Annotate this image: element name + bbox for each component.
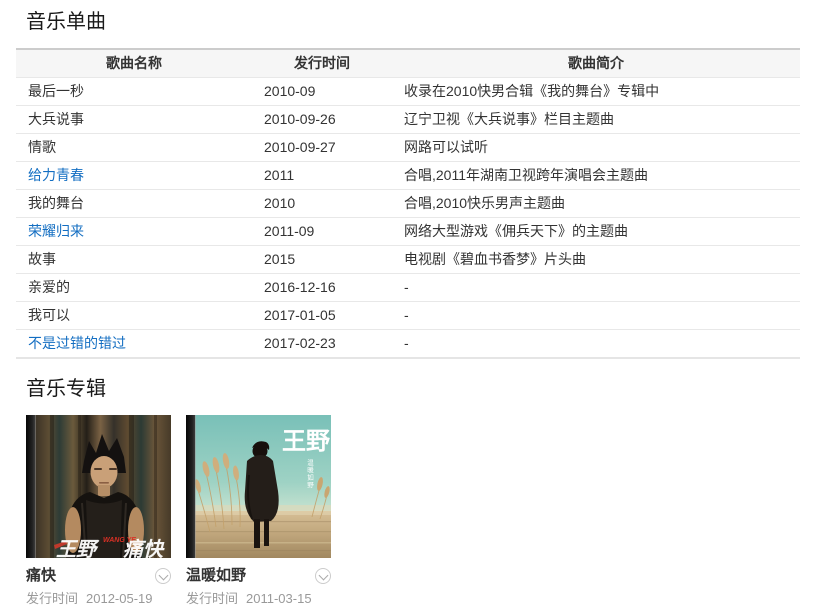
album-card: 王野 WANG YE 痛快 痛快 发行时间2012-05-19 [26,415,171,606]
release-date-cell: 2017-01-05 [252,302,392,330]
song-link[interactable]: 荣耀归来 [28,223,84,239]
song-name-cell: 荣耀归来 [16,218,252,246]
album-title-row: 痛快 [26,567,171,584]
albums-row: 王野 WANG YE 痛快 痛快 发行时间2012-05-19 [26,415,800,606]
album-cover-tongkuai[interactable]: 王野 WANG YE 痛快 [26,415,171,558]
release-date-cell: 2010 [252,190,392,218]
table-row: 最后一秒2010-09收录在2010快男合辑《我的舞台》专辑中 [16,78,800,106]
album-cover-art-wennuanruye: 王野 温暖如野 [186,415,331,558]
release-date-cell: 2010-09 [252,78,392,106]
cover-text-artist: 王野 [282,428,330,455]
song-link[interactable]: 给力青春 [28,167,84,183]
albums-section: 音乐专辑 [26,377,800,606]
release-date-cell: 2011 [252,162,392,190]
song-name-cell: 不是过错的错过 [16,330,252,359]
table-row: 我的舞台2010合唱,2010快乐男声主题曲 [16,190,800,218]
release-date-cell: 2010-09-26 [252,106,392,134]
table-row: 给力青春 2011合唱,2011年湖南卫视跨年演唱会主题曲 [16,162,800,190]
song-name-cell: 大兵说事 [16,106,252,134]
singles-table-body: 最后一秒2010-09收录在2010快男合辑《我的舞台》专辑中大兵说事2010-… [16,78,800,359]
release-date-cell: 2015 [252,246,392,274]
song-name-cell: 情歌 [16,134,252,162]
table-row: 故事2015电视剧《碧血书香梦》片头曲 [16,246,800,274]
song-desc-cell: 辽宁卫视《大兵说事》栏目主题曲 [392,106,800,134]
song-desc-cell: 网络大型游戏《佣兵天下》的主题曲 [392,218,800,246]
song-name-cell: 故事 [16,246,252,274]
albums-section-title: 音乐专辑 [26,377,800,401]
col-header-song-name: 歌曲名称 [16,49,252,78]
song-name-cell: 最后一秒 [16,78,252,106]
song-desc-cell: 电视剧《碧血书香梦》片头曲 [392,246,800,274]
song-name-cell: 亲爱的 [16,274,252,302]
album-title-link[interactable]: 温暖如野 [186,567,246,584]
album-card: 王野 温暖如野 温暖如野 发行时间2011-03-15 [186,415,331,606]
song-desc-cell: 网路可以试听 [392,134,800,162]
song-desc-cell: - [392,274,800,302]
table-header-row: 歌曲名称 发行时间 歌曲简介 [16,49,800,78]
release-date-cell: 2010-09-27 [252,134,392,162]
chevron-down-icon[interactable] [315,568,331,584]
song-desc-cell: 合唱,2011年湖南卫视跨年演唱会主题曲 [392,162,800,190]
table-row: 不是过错的错过 2017-02-23- [16,330,800,359]
album-cover-art-tongkuai: 王野 WANG YE 痛快 [26,415,171,558]
song-desc-cell: 收录在2010快男合辑《我的舞台》专辑中 [392,78,800,106]
song-desc-cell: - [392,302,800,330]
table-row: 荣耀归来 2011-09网络大型游戏《佣兵天下》的主题曲 [16,218,800,246]
singles-section: 音乐单曲 歌曲名称 发行时间 歌曲简介 最后一秒2010-09收录在2010快男… [16,10,800,359]
cover-text-artist: 王野 [56,539,100,558]
cover-text-title: 痛快 [123,538,165,558]
table-row: 大兵说事2010-09-26辽宁卫视《大兵说事》栏目主题曲 [16,106,800,134]
table-row: 我可以2017-01-05- [16,302,800,330]
album-title-link[interactable]: 痛快 [26,567,56,584]
song-link[interactable]: 不是过错的错过 [28,335,126,351]
song-name-cell: 我可以 [16,302,252,330]
album-cover-wennuanruye[interactable]: 王野 温暖如野 [186,415,331,558]
song-desc-cell: 合唱,2010快乐男声主题曲 [392,190,800,218]
col-header-release-date: 发行时间 [252,49,392,78]
table-row: 情歌2010-09-27网路可以试听 [16,134,800,162]
album-title-row: 温暖如野 [186,567,331,584]
song-name-cell: 给力青春 [16,162,252,190]
release-date-cell: 2017-02-23 [252,330,392,359]
singles-table: 歌曲名称 发行时间 歌曲简介 最后一秒2010-09收录在2010快男合辑《我的… [16,48,800,359]
song-name-cell: 我的舞台 [16,190,252,218]
release-date-cell: 2011-09 [252,218,392,246]
release-date-cell: 2016-12-16 [252,274,392,302]
col-header-song-desc: 歌曲简介 [392,49,800,78]
singles-section-title: 音乐单曲 [26,10,800,34]
song-desc-cell: - [392,330,800,359]
table-row: 亲爱的2016-12-16- [16,274,800,302]
chevron-down-icon[interactable] [155,568,171,584]
page-content: 音乐单曲 歌曲名称 发行时间 歌曲简介 最后一秒2010-09收录在2010快男… [0,0,815,606]
